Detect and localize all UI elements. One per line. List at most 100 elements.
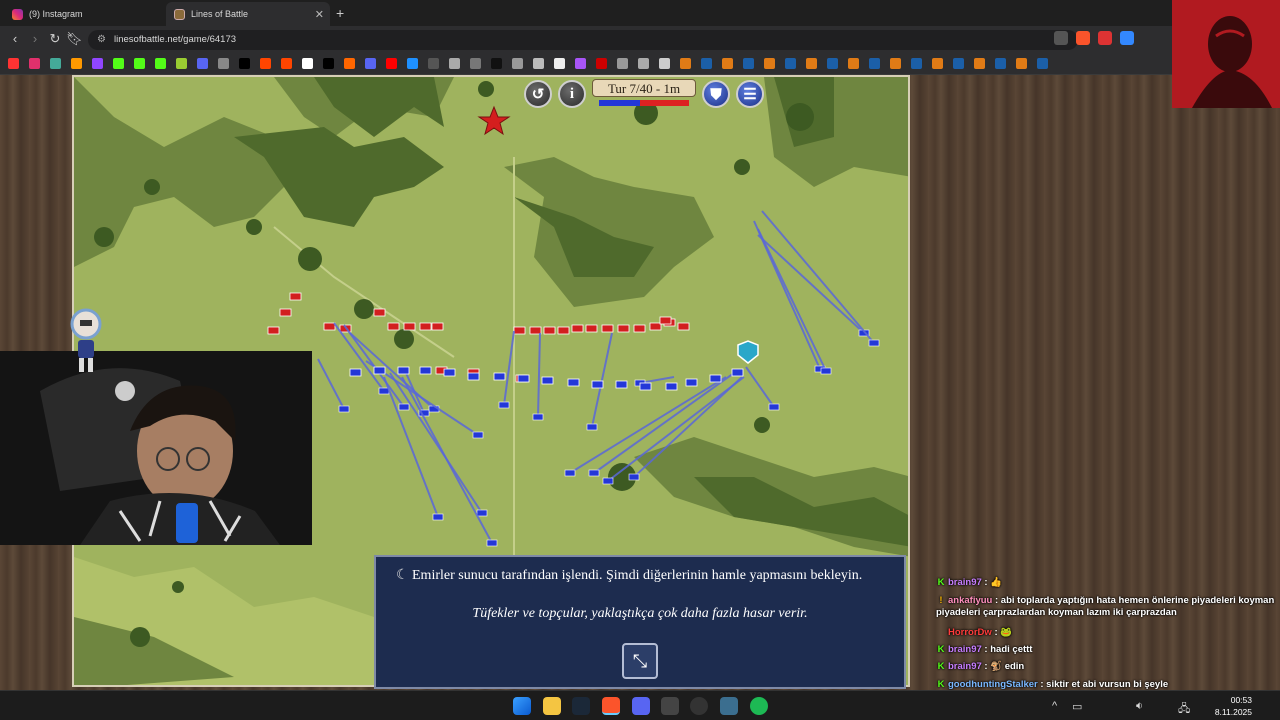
red-unit-icon[interactable] xyxy=(289,292,302,301)
bookmark-favicon-icon[interactable] xyxy=(953,58,964,69)
bookmark-favicon-icon[interactable] xyxy=(911,58,922,69)
wifi-extension-icon[interactable] xyxy=(1120,31,1134,45)
network-app-icon[interactable] xyxy=(720,697,738,715)
bookmark-favicon-icon[interactable] xyxy=(533,58,544,69)
blue-unit-destination-icon[interactable] xyxy=(338,405,350,413)
move-order-line[interactable] xyxy=(757,234,865,334)
bookmark-favicon-icon[interactable] xyxy=(1037,58,1048,69)
bookmark-favicon-icon[interactable] xyxy=(281,58,292,69)
close-tab-icon[interactable]: ✕ xyxy=(315,8,324,21)
obs-icon[interactable] xyxy=(690,697,708,715)
bookmark-favicon-icon[interactable] xyxy=(239,58,250,69)
bookmark-favicon-icon[interactable] xyxy=(50,58,61,69)
bookmark-favicon-icon[interactable] xyxy=(113,58,124,69)
bookmark-favicon-icon[interactable] xyxy=(659,58,670,69)
bookmark-favicon-icon[interactable] xyxy=(176,58,187,69)
url-field[interactable]: ⚙ linesofbattle.net/game/64173 xyxy=(88,30,1078,50)
extension-icon[interactable] xyxy=(1098,31,1112,45)
info-button[interactable]: i xyxy=(558,80,586,108)
new-tab-button[interactable]: + xyxy=(336,5,344,21)
move-order-line[interactable] xyxy=(757,228,827,372)
blue-unit-icon[interactable] xyxy=(397,366,410,375)
bookmark-favicon-icon[interactable] xyxy=(71,58,82,69)
collapse-panel-button[interactable]: ⤡ xyxy=(622,643,658,679)
red-army-units[interactable] xyxy=(267,292,690,383)
red-unit-icon[interactable] xyxy=(633,324,646,333)
blue-unit-icon[interactable] xyxy=(709,374,722,383)
faction-button[interactable]: ⛊ xyxy=(702,80,730,108)
blue-unit-destination-icon[interactable] xyxy=(588,469,600,477)
blue-unit-destination-icon[interactable] xyxy=(602,477,614,485)
blue-general-shield-icon[interactable] xyxy=(737,340,759,364)
blue-unit-destination-icon[interactable] xyxy=(398,403,410,411)
blue-unit-destination-icon[interactable] xyxy=(476,509,488,517)
red-unit-icon[interactable] xyxy=(267,326,280,335)
red-unit-icon[interactable] xyxy=(557,326,570,335)
blue-unit-destination-icon[interactable] xyxy=(378,387,390,395)
blue-unit-icon[interactable] xyxy=(349,368,362,377)
red-unit-icon[interactable] xyxy=(431,322,444,331)
red-unit-icon[interactable] xyxy=(403,322,416,331)
blue-unit-destination-icon[interactable] xyxy=(564,469,576,477)
tray-battery-icon[interactable]: ▭ xyxy=(1072,700,1082,713)
red-unit-icon[interactable] xyxy=(513,326,526,335)
red-unit-icon[interactable] xyxy=(543,326,556,335)
red-unit-icon[interactable] xyxy=(571,324,584,333)
blue-unit-icon[interactable] xyxy=(541,376,554,385)
bookmark-favicon-icon[interactable] xyxy=(575,58,586,69)
volume-icon[interactable]: 🔉︎ xyxy=(1136,700,1143,713)
tab-instagram[interactable]: (9) Instagram xyxy=(4,2,164,26)
back-button[interactable]: ‹ xyxy=(7,31,23,47)
bookmark-favicon-icon[interactable] xyxy=(743,58,754,69)
chat-username[interactable]: HorrorDw xyxy=(948,627,992,638)
bookmark-favicon-icon[interactable] xyxy=(680,58,691,69)
red-unit-icon[interactable] xyxy=(601,324,614,333)
bookmark-favicon-icon[interactable] xyxy=(638,58,649,69)
move-order-line[interactable] xyxy=(591,332,613,428)
red-unit-icon[interactable] xyxy=(649,322,662,331)
blue-unit-destination-icon[interactable] xyxy=(486,539,498,547)
blue-unit-destination-icon[interactable] xyxy=(628,473,640,481)
red-unit-icon[interactable] xyxy=(677,322,690,331)
bookmark-favicon-icon[interactable] xyxy=(197,58,208,69)
blue-unit-icon[interactable] xyxy=(685,378,698,387)
blue-unit-icon[interactable] xyxy=(615,380,628,389)
bookmark-favicon-icon[interactable] xyxy=(869,58,880,69)
move-order-line[interactable] xyxy=(503,330,515,406)
tray-expand-icon[interactable]: ^ xyxy=(1052,700,1057,712)
bookmark-favicon-icon[interactable] xyxy=(407,58,418,69)
bookmark-favicon-icon[interactable] xyxy=(92,58,103,69)
bookmark-favicon-icon[interactable] xyxy=(218,58,229,69)
bookmark-favicon-icon[interactable] xyxy=(491,58,502,69)
bookmark-favicon-icon[interactable] xyxy=(890,58,901,69)
chat-username[interactable]: brain97 xyxy=(948,644,982,655)
red-unit-icon[interactable] xyxy=(323,322,336,331)
move-order-line[interactable] xyxy=(383,376,439,518)
bookmark-favicon-icon[interactable] xyxy=(323,58,334,69)
bookmark-favicon-icon[interactable] xyxy=(470,58,481,69)
bookmark-favicon-icon[interactable] xyxy=(827,58,838,69)
bookmark-favicon-icon[interactable] xyxy=(806,58,817,69)
bookmark-favicon-icon[interactable] xyxy=(8,58,19,69)
red-unit-icon[interactable] xyxy=(419,322,432,331)
chat-username[interactable]: ankafiyuu xyxy=(948,595,992,606)
blue-unit-destination-icon[interactable] xyxy=(532,413,544,421)
blue-unit-destination-icon[interactable] xyxy=(472,431,484,439)
blue-unit-destination-icon[interactable] xyxy=(768,403,780,411)
move-order-line[interactable] xyxy=(389,372,483,514)
bookmark-favicon-icon[interactable] xyxy=(701,58,712,69)
blue-unit-destination-icon[interactable] xyxy=(868,339,880,347)
bookmark-favicon-icon[interactable] xyxy=(449,58,460,69)
red-unit-icon[interactable] xyxy=(529,326,542,335)
forward-button[interactable]: › xyxy=(27,31,43,47)
blue-unit-icon[interactable] xyxy=(493,372,506,381)
move-order-line[interactable] xyxy=(317,358,345,410)
blue-unit-icon[interactable] xyxy=(467,372,480,381)
red-unit-icon[interactable] xyxy=(387,322,400,331)
blue-unit-icon[interactable] xyxy=(731,368,744,377)
objective-star-icon[interactable] xyxy=(477,105,511,136)
bookmark-icon[interactable]: 🔖︎ xyxy=(66,31,83,47)
spotify-icon[interactable] xyxy=(750,697,768,715)
red-unit-icon[interactable] xyxy=(585,324,598,333)
chat-username[interactable]: brain97 xyxy=(948,661,982,672)
